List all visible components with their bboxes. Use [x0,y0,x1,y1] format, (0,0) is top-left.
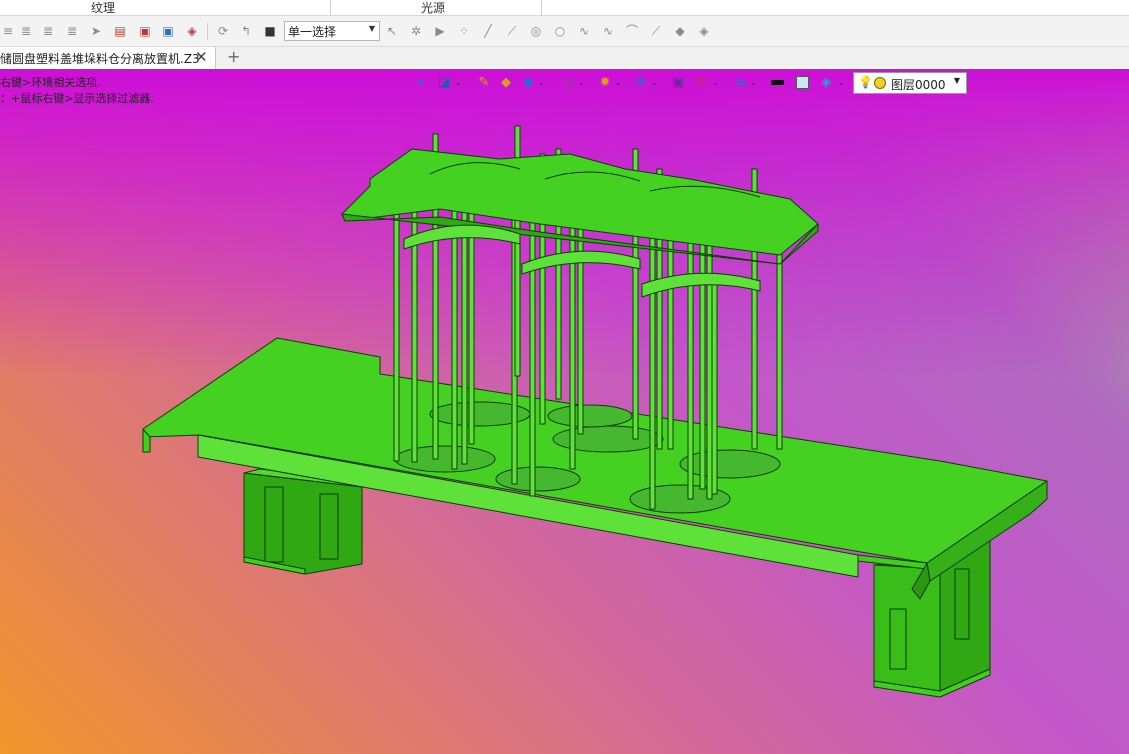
line-icon[interactable]: ⟋ [504,23,520,39]
chevron-down-icon: ▼ [368,24,375,33]
document-tab-bar: 储圆盘塑料盖堆垛料仓分离放置机.Z3 ✕ + [0,47,1129,70]
cursor-icon[interactable]: ➤ [88,23,104,39]
ribbon-divider [541,0,542,15]
list-icon[interactable]: ≣ [40,23,56,39]
stop-icon[interactable]: ■ [262,23,278,39]
curve-icon[interactable]: ∿ [576,23,592,39]
3d-viewport[interactable]: 右键>环境相关选项. ：+鼠标右键>显示选择过滤器. ⇥ ◪ ⌄ ✎ ◆ ◆ ⌄… [0,69,1129,754]
layers-icon[interactable]: ◆ [672,23,688,39]
pen-icon[interactable]: ⟋ [648,23,664,39]
ribbon-group-label-texture: 纹理 [91,1,116,15]
arc-icon[interactable]: ⌒ [624,23,640,39]
list-icon[interactable]: ≣ [18,23,34,39]
selection-mode-value: 单一选择 [288,25,337,39]
main-toolbar: ≡ ≣ ≣ ≣ ➤ ▤ ▣ ▣ ◈ ⟳ ↰ ■ 单一选择 ▼ ↖ ✲ ▶ ⁘ ╱… [0,16,1129,47]
path-icon[interactable]: ↰ [238,23,254,39]
play-icon[interactable]: ▶ [432,23,448,39]
support-leg-left[interactable] [243,468,363,575]
stack-icon[interactable]: ◈ [696,23,712,39]
circle-center-icon[interactable]: ◎ [528,23,544,39]
toolbar-divider [207,23,208,40]
circle-icon[interactable]: ○ [552,23,568,39]
export-icon[interactable]: ▣ [160,23,176,39]
scatter-icon[interactable]: ⁘ [456,23,472,39]
list-icon[interactable]: ≣ [64,23,80,39]
list-icon[interactable]: ≡ [0,23,16,39]
document-tab-label: 储圆盘塑料盖堆垛料仓分离放置机.Z3 [0,52,200,66]
table-icon[interactable]: ▤ [112,23,128,39]
import-icon[interactable]: ▣ [137,23,153,39]
line-icon[interactable]: ╱ [480,23,496,39]
sync-icon[interactable]: ◈ [184,23,200,39]
selection-mode-dropdown[interactable]: 单一选择 ▼ [284,21,380,41]
ribbon-group-bar: 纹理 光源 [0,0,1129,16]
arrow-select-icon[interactable]: ↖ [384,23,400,39]
rotate-icon[interactable]: ⟳ [215,23,231,39]
wave-icon[interactable]: ∿ [600,23,616,39]
ribbon-divider [330,0,331,15]
cad-model[interactable] [0,69,1129,754]
target-select-icon[interactable]: ✲ [408,23,424,39]
add-tab-button[interactable]: + [227,47,240,66]
document-tab[interactable]: 储圆盘塑料盖堆垛料仓分离放置机.Z3 ✕ [0,47,216,69]
close-icon[interactable]: ✕ [195,48,208,66]
ribbon-group-label-light: 光源 [421,1,446,15]
